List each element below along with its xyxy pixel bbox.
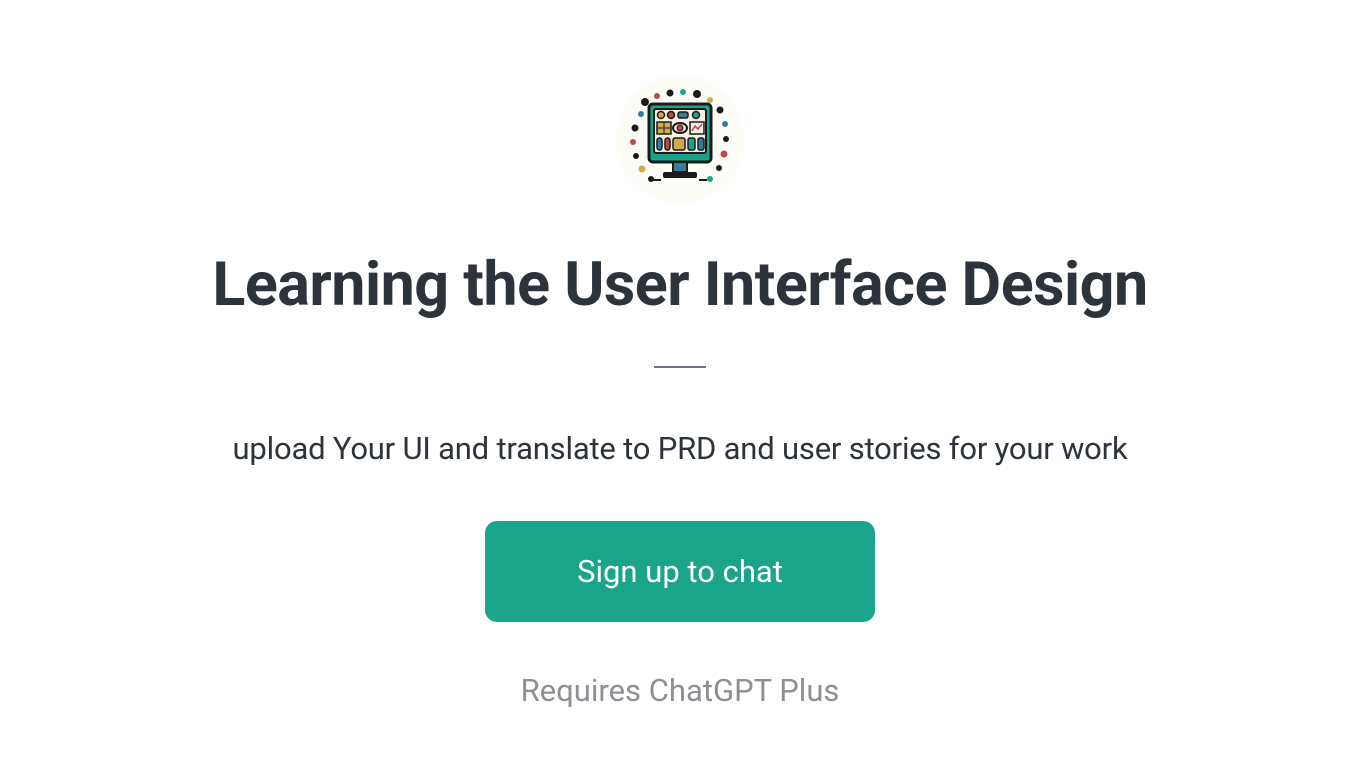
requires-note: Requires ChatGPT Plus [521, 672, 840, 709]
app-logo-icon [616, 75, 744, 203]
divider [654, 366, 706, 368]
signup-button[interactable]: Sign up to chat [485, 521, 875, 622]
page-title: Learning the User Interface Design [212, 251, 1147, 318]
page-subtitle: upload Your UI and translate to PRD and … [233, 430, 1128, 467]
